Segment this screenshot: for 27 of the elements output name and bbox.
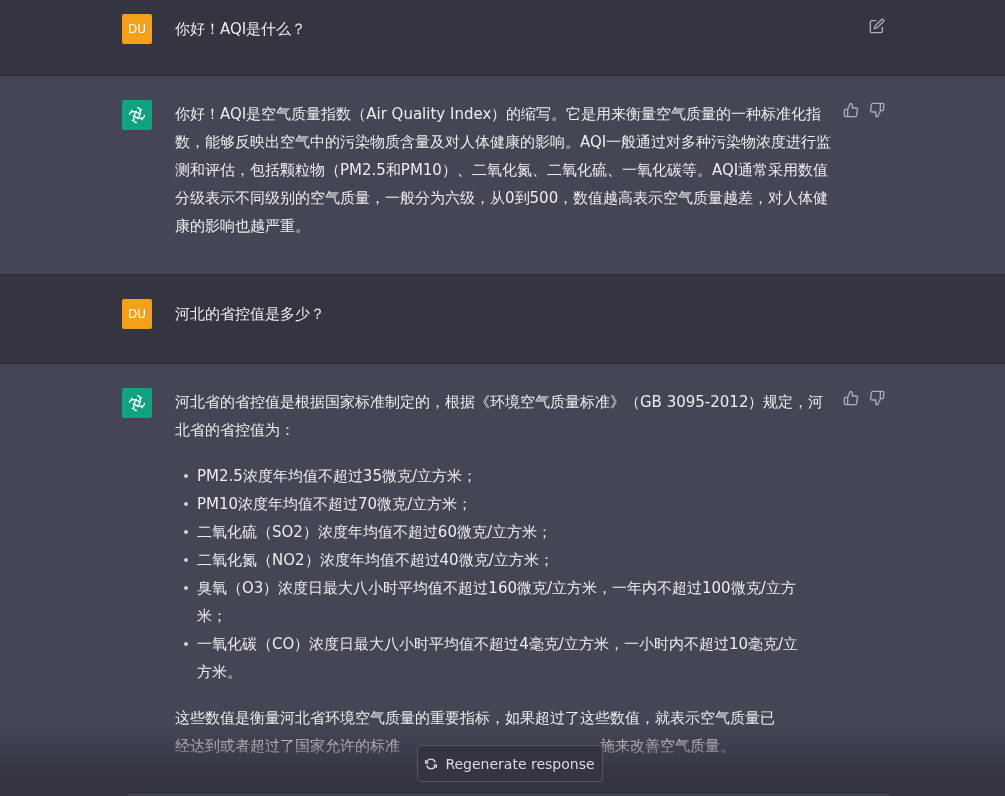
edit-icon[interactable] [869, 18, 885, 34]
bullet-dot [184, 474, 188, 478]
message-paragraph: 这些数值是衡量河北省环境空气质量的重要指标，如果超过了这些数值，就表示空气质量已 [175, 708, 776, 729]
user-message: 河北的省控值是多少？ [175, 304, 325, 325]
list-item: 臭氧（O3）浓度日最大八小时平均值不超过160微克/立方米，一年内不超过100微克/立方米； [197, 579, 796, 625]
refresh-icon [425, 757, 438, 770]
list-item: PM2.5浓度年均值不超过35微克/立方米； [197, 467, 477, 485]
user-avatar: DU [122, 14, 152, 44]
thumbs-down-icon[interactable] [869, 102, 885, 118]
bullet-dot [184, 502, 188, 506]
user-message: 你好！AQI是什么？ [175, 19, 307, 40]
regenerate-button[interactable]: Regenerate response [417, 745, 603, 782]
message-text: 经达到或者超过了国家允许的标准 [175, 736, 400, 757]
thumbs-down-icon[interactable] [869, 390, 885, 406]
bullet-dot [184, 530, 188, 534]
list-item: 一氧化碳（CO）浓度日最大八小时平均值不超过4毫克/立方米，一小时内不超过10毫克/立方米。 [197, 635, 799, 681]
list-item: PM10浓度年均值不超过70微克/立方米； [197, 495, 473, 513]
thumbs-up-icon[interactable] [843, 102, 859, 118]
user-avatar: DU [122, 299, 152, 329]
thumbs-up-icon[interactable] [843, 390, 859, 406]
list-item: 二氧化氮（NO2）浓度年均值不超过40微克/立方米； [197, 551, 554, 569]
message-paragraph: 你好！AQI是空气质量指数（Air Quality Index）的缩写。它是用来衡量空气质量的一种标准化指数，能够反映出空气中的污染物质含量及对人体健康的影响。AQI一般通过对多种污染物浓度进行监测和评估，包括颗粒物（PM2.5和PM10）、二氧化氮、二氧化硫、一氧化碳等。AQI通常采用数值分级表示不同级别的空气质量，一般分为六级，从0到500，数值越高表示空气质量越差，对人体健康的影响也越严重。 [175, 104, 833, 237]
bullet-dot [184, 558, 188, 562]
bullet-dot [184, 586, 188, 590]
message-paragraph: 河北省的省控值是根据国家标准制定的，根据《环境空气质量标准》（GB 3095-2012）规定，河北省的省控值为： [175, 392, 825, 441]
bullet-dot [184, 642, 188, 646]
list-item: 二氧化硫（SO2）浓度年均值不超过60微克/立方米； [197, 523, 552, 541]
